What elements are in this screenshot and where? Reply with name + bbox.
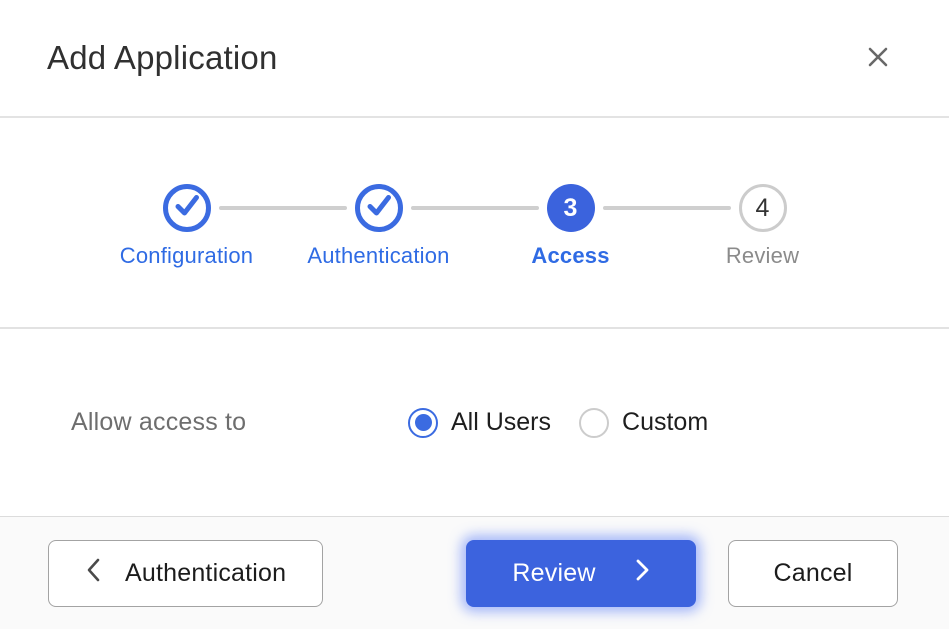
radio-unselected-icon[interactable] (579, 408, 609, 438)
radio-dot (415, 414, 432, 431)
cancel-button[interactable]: Cancel (728, 540, 898, 607)
close-icon (864, 43, 892, 74)
review-next-button[interactable]: Review (466, 540, 696, 607)
radio-label: All Users (451, 408, 551, 437)
radio-option-custom[interactable]: Custom (579, 408, 708, 438)
step-label: Configuration (120, 243, 253, 269)
step-circle-active: 3 (547, 184, 595, 232)
step-number: 4 (756, 194, 770, 223)
step-circle-done (355, 184, 403, 232)
step-label: Access (531, 243, 609, 269)
check-icon (168, 186, 206, 231)
check-icon (360, 186, 398, 231)
access-form-section: Allow access to All Users Custom (0, 329, 949, 516)
close-button[interactable] (860, 39, 896, 78)
wizard-stepper: Configuration Authentication 3 Access (91, 184, 859, 269)
back-authentication-button[interactable]: Authentication (48, 540, 323, 607)
stepper-section: Configuration Authentication 3 Access (0, 118, 949, 329)
modal-footer: Authentication Review Cancel (0, 516, 949, 629)
step-configuration[interactable]: Configuration (91, 184, 283, 269)
cancel-button-label: Cancel (773, 559, 852, 588)
access-radio-group: All Users Custom (408, 408, 708, 438)
step-number: 3 (564, 194, 578, 223)
radio-label: Custom (622, 408, 708, 437)
page-title: Add Application (47, 39, 278, 77)
step-access[interactable]: 3 Access (475, 184, 667, 269)
step-label: Authentication (307, 243, 449, 269)
back-button-label: Authentication (125, 559, 286, 588)
step-authentication[interactable]: Authentication (283, 184, 475, 269)
step-circle-done (163, 184, 211, 232)
modal-header: Add Application (0, 0, 949, 118)
next-button-label: Review (512, 559, 595, 588)
radio-option-all-users[interactable]: All Users (408, 408, 551, 438)
add-application-modal: Add Application Configuration (0, 0, 949, 629)
radio-selected-icon[interactable] (408, 408, 438, 438)
step-label: Review (726, 243, 799, 269)
allow-access-label: Allow access to (71, 408, 408, 437)
chevron-left-icon (85, 556, 101, 591)
step-review[interactable]: 4 Review (667, 184, 859, 269)
chevron-right-icon (634, 556, 650, 591)
step-circle-upcoming: 4 (739, 184, 787, 232)
